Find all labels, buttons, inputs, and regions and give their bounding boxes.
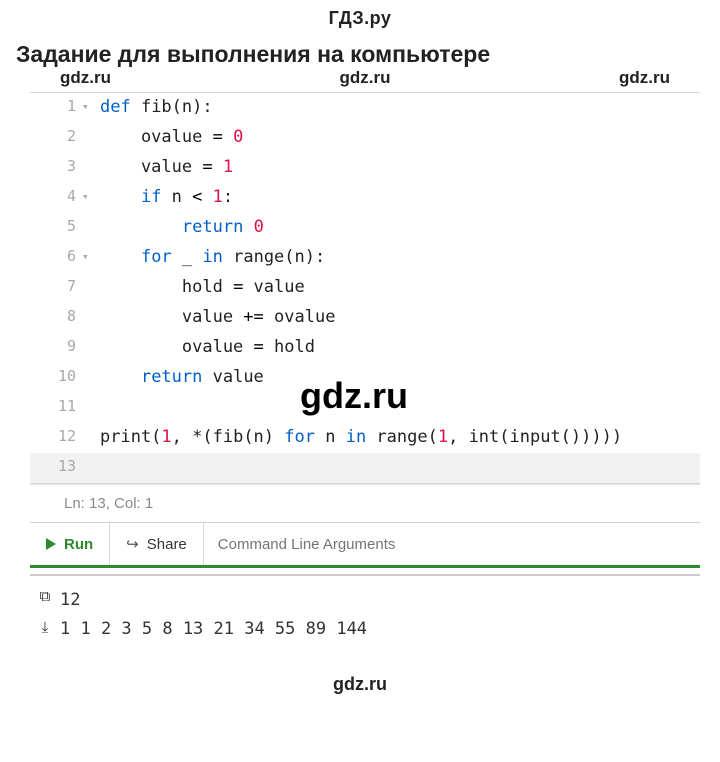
share-label: Share bbox=[147, 536, 187, 553]
code-line[interactable]: 4 ▾ if n < 1: bbox=[30, 183, 700, 213]
line-number: 12 bbox=[30, 423, 82, 445]
line-number: 5 bbox=[30, 213, 82, 235]
output-result-line: 1 1 2 3 5 8 13 21 34 55 89 144 bbox=[60, 615, 367, 644]
code-text[interactable]: print(1, *(fib(n) for n in range(1, int(… bbox=[94, 423, 622, 447]
line-number: 3 bbox=[30, 153, 82, 175]
output-panel: ⧉ ⤓ 12 1 1 2 3 5 8 13 21 34 55 89 144 bbox=[30, 574, 700, 644]
code-line[interactable]: 9 ovalue = hold bbox=[30, 333, 700, 363]
line-number: 8 bbox=[30, 303, 82, 325]
code-text[interactable]: hold = value bbox=[94, 273, 305, 297]
code-editor[interactable]: 1 ▾ def fib(n): 2 ovalue = 0 3 value = 1… bbox=[30, 92, 700, 484]
code-text[interactable]: return value bbox=[94, 363, 264, 387]
task-heading: Задание для выполнения на компьютере bbox=[0, 33, 720, 68]
output-input-line: 12 bbox=[60, 586, 367, 615]
run-button[interactable]: Run bbox=[30, 523, 110, 565]
line-number: 6 bbox=[30, 243, 82, 265]
code-line[interactable]: 3 value = 1 bbox=[30, 153, 700, 183]
cli-args-input[interactable] bbox=[204, 523, 700, 565]
line-number: 9 bbox=[30, 333, 82, 355]
code-line[interactable]: 10 return value bbox=[30, 363, 700, 393]
line-number: 1 bbox=[30, 93, 82, 115]
code-line[interactable]: 13 bbox=[30, 453, 700, 483]
download-icon[interactable]: ⤓ bbox=[42, 619, 49, 636]
play-icon bbox=[46, 538, 56, 550]
share-button[interactable]: ↪ Share bbox=[110, 523, 204, 565]
code-line[interactable]: 6 ▾ for _ in range(n): bbox=[30, 243, 700, 273]
code-text[interactable]: def fib(n): bbox=[94, 93, 213, 117]
line-number: 11 bbox=[30, 393, 82, 415]
code-line[interactable]: 1 ▾ def fib(n): bbox=[30, 93, 700, 123]
run-label: Run bbox=[64, 536, 93, 553]
code-text[interactable]: value = 1 bbox=[94, 153, 233, 177]
fold-icon[interactable]: ▾ bbox=[82, 243, 94, 263]
watermark: gdz.ru bbox=[340, 68, 391, 88]
share-icon: ↪ bbox=[126, 535, 139, 553]
code-line[interactable]: 5 return 0 bbox=[30, 213, 700, 243]
code-text[interactable]: value += ovalue bbox=[94, 303, 335, 327]
line-number: 7 bbox=[30, 273, 82, 295]
code-line[interactable]: 7 hold = value bbox=[30, 273, 700, 303]
status-bar: Ln: 13, Col: 1 bbox=[30, 484, 700, 522]
code-line[interactable]: 8 value += ovalue bbox=[30, 303, 700, 333]
fold-icon[interactable]: ▾ bbox=[82, 183, 94, 203]
watermark: gdz.ru bbox=[619, 68, 670, 88]
line-number: 2 bbox=[30, 123, 82, 145]
code-line[interactable]: 2 ovalue = 0 bbox=[30, 123, 700, 153]
code-line[interactable]: 11 bbox=[30, 393, 700, 423]
watermark: gdz.ru bbox=[60, 68, 111, 88]
code-text[interactable]: for _ in range(n): bbox=[94, 243, 325, 267]
code-text[interactable]: return 0 bbox=[94, 213, 264, 237]
line-number: 10 bbox=[30, 363, 82, 385]
code-text[interactable] bbox=[94, 453, 100, 457]
code-text[interactable]: ovalue = hold bbox=[94, 333, 315, 357]
toolbar: Run ↪ Share bbox=[30, 522, 700, 568]
fold-icon[interactable]: ▾ bbox=[82, 93, 94, 113]
code-text[interactable]: if n < 1: bbox=[94, 183, 233, 207]
watermark-bottom: gdz.ru bbox=[0, 644, 720, 705]
code-line[interactable]: 12 print(1, *(fib(n) for n in range(1, i… bbox=[30, 423, 700, 453]
watermark-row: gdz.ru gdz.ru gdz.ru bbox=[0, 68, 720, 92]
brand-top: ГДЗ.ру bbox=[0, 0, 720, 33]
line-number: 4 bbox=[30, 183, 82, 205]
code-text[interactable]: ovalue = 0 bbox=[94, 123, 243, 147]
copy-icon[interactable]: ⧉ bbox=[40, 588, 51, 605]
line-number: 13 bbox=[30, 453, 82, 475]
code-text[interactable] bbox=[94, 393, 100, 397]
